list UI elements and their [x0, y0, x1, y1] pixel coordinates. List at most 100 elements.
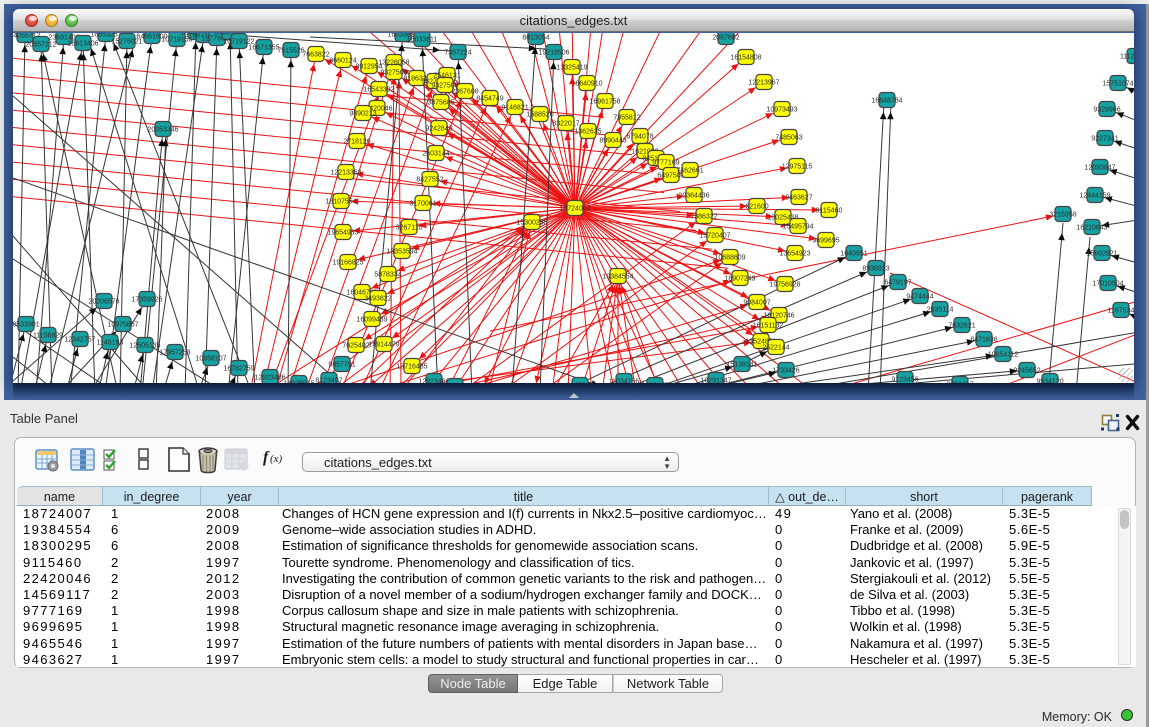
svg-text:12923466: 12923466: [418, 379, 449, 384]
svg-text:8938923: 8938923: [862, 266, 889, 273]
svg-text:16913406: 16913406: [67, 41, 98, 48]
svg-text:13325419: 13325419: [556, 65, 587, 72]
svg-text:3493822: 3493822: [364, 296, 391, 303]
svg-text:18107554: 18107554: [325, 199, 356, 206]
svg-text:8123407: 8123407: [315, 378, 342, 384]
svg-text:11156829: 11156829: [33, 333, 63, 340]
svg-text:2367608: 2367608: [451, 89, 478, 96]
svg-text:9146821: 9146821: [501, 105, 528, 112]
svg-text:18907249: 18907249: [724, 276, 755, 283]
svg-text:3875685: 3875685: [427, 100, 454, 107]
svg-text:3267110: 3267110: [396, 225, 423, 232]
svg-text:9123456: 9123456: [891, 377, 918, 384]
svg-text:12213967: 12213967: [748, 80, 779, 87]
svg-text:9474444: 9474444: [906, 294, 933, 301]
svg-text:11123344: 11123344: [1120, 54, 1134, 61]
svg-text:8253417: 8253417: [946, 382, 973, 384]
svg-text:7632621: 7632621: [948, 323, 975, 330]
svg-text:2087682: 2087682: [712, 35, 739, 42]
svg-text:15138141: 15138141: [726, 362, 757, 369]
svg-text:8533901: 8533901: [13, 322, 40, 329]
svg-text:12923486: 12923486: [254, 375, 285, 382]
svg-text:15720407: 15720407: [699, 233, 730, 240]
svg-text:16154808: 16154808: [730, 55, 761, 62]
svg-text:9890213: 9890213: [349, 111, 376, 118]
svg-text:16914479: 16914479: [368, 342, 399, 349]
svg-text:19218506: 19218506: [538, 50, 569, 57]
svg-text:7625402: 7625402: [342, 343, 369, 350]
svg-text:12213363: 12213363: [330, 170, 361, 177]
svg-text:9857791: 9857791: [328, 362, 355, 369]
svg-text:8123467: 8123467: [641, 383, 668, 384]
svg-text:16782759: 16782759: [223, 366, 254, 373]
svg-text:16961758: 16961758: [589, 99, 620, 106]
svg-text:16099489: 16099489: [356, 317, 387, 324]
svg-text:f: f: [263, 449, 270, 466]
svg-text:13353594: 13353594: [386, 249, 417, 256]
svg-text:12505135: 12505135: [129, 343, 160, 350]
svg-text:15495794: 15495794: [782, 224, 813, 231]
svg-text:9777169: 9777169: [652, 160, 679, 167]
svg-text:2718126: 2718126: [343, 139, 370, 146]
svg-text:2522144: 2522144: [762, 345, 789, 352]
svg-text:16210643: 16210643: [1076, 225, 1107, 232]
svg-text:1588520: 1588520: [526, 112, 553, 119]
svg-text:7462661: 7462661: [676, 168, 703, 175]
svg-text:(x): (x): [270, 453, 283, 465]
svg-text:19384554: 19384554: [602, 274, 633, 281]
svg-text:20364436: 20364436: [678, 193, 709, 200]
svg-text:19756928: 19756928: [769, 282, 800, 289]
svg-text:9227341: 9227341: [1091, 136, 1118, 143]
svg-text:8454749: 8454749: [476, 96, 503, 103]
svg-text:12342757: 12342757: [64, 337, 95, 344]
svg-text:19654933: 19654933: [327, 230, 358, 237]
svg-text:17010504: 17010504: [1092, 281, 1123, 288]
svg-text:18724007: 18724007: [559, 206, 590, 213]
svg-text:7357224: 7357224: [444, 50, 471, 57]
svg-text:1640951: 1640951: [840, 251, 867, 258]
svg-text:18640910: 18640910: [571, 81, 602, 88]
svg-text:7955812: 7955812: [613, 115, 640, 122]
svg-text:1167534: 1167534: [1108, 308, 1134, 315]
svg-text:10975857: 10975857: [107, 322, 138, 329]
svg-text:7663822: 7663822: [302, 52, 329, 59]
svg-text:20557212: 20557212: [25, 42, 56, 49]
svg-text:19166825: 19166825: [332, 260, 363, 267]
svg-text:6794078: 6794078: [626, 134, 653, 141]
svg-text:8813054: 8813054: [522, 35, 549, 42]
svg-text:8322017: 8322017: [552, 121, 579, 128]
svg-text:9934120: 9934120: [1036, 379, 1063, 384]
svg-text:9463627: 9463627: [785, 195, 812, 202]
svg-text:10958107: 10958107: [195, 356, 226, 363]
svg-text:10688609: 10688609: [714, 255, 745, 262]
svg-text:16033811: 16033811: [407, 37, 438, 44]
svg-text:9245652: 9245652: [1013, 368, 1040, 375]
svg-text:9699695: 9699695: [812, 238, 839, 245]
svg-text:1362635: 1362635: [574, 129, 601, 136]
svg-text:6479197: 6479197: [884, 280, 911, 287]
svg-text:16671355: 16671355: [248, 45, 279, 52]
svg-text:20053346: 20053346: [147, 127, 178, 134]
svg-text:2935114: 2935114: [927, 307, 954, 314]
svg-text:8471636: 8471636: [970, 337, 997, 344]
svg-text:8427552: 8427552: [416, 177, 443, 184]
svg-text:9115460: 9115460: [816, 208, 843, 215]
svg-text:16543392: 16543392: [363, 87, 394, 94]
svg-text:5878334: 5878334: [374, 272, 401, 279]
svg-text:15692921: 15692921: [1086, 251, 1117, 258]
svg-text:15300235: 15300235: [516, 220, 547, 227]
svg-text:9242843: 9242843: [425, 126, 452, 133]
svg-text:10291347: 10291347: [700, 378, 731, 384]
svg-text:7485063: 7485063: [775, 135, 802, 142]
svg-text:9329966: 9329966: [1093, 107, 1120, 114]
svg-text:10654112: 10654112: [988, 352, 1019, 359]
svg-text:16648784: 16648784: [871, 98, 902, 105]
svg-text:3170061: 3170061: [409, 201, 436, 208]
svg-text:8660124: 8660124: [329, 58, 356, 65]
svg-text:15751074: 15751074: [1102, 81, 1133, 88]
svg-text:2603144: 2603144: [422, 151, 449, 158]
svg-text:9084007: 9084007: [743, 300, 770, 307]
svg-text:621600: 621600: [745, 204, 768, 211]
svg-text:1733426: 1733426: [772, 368, 799, 375]
svg-text:10973493: 10973493: [766, 107, 797, 114]
